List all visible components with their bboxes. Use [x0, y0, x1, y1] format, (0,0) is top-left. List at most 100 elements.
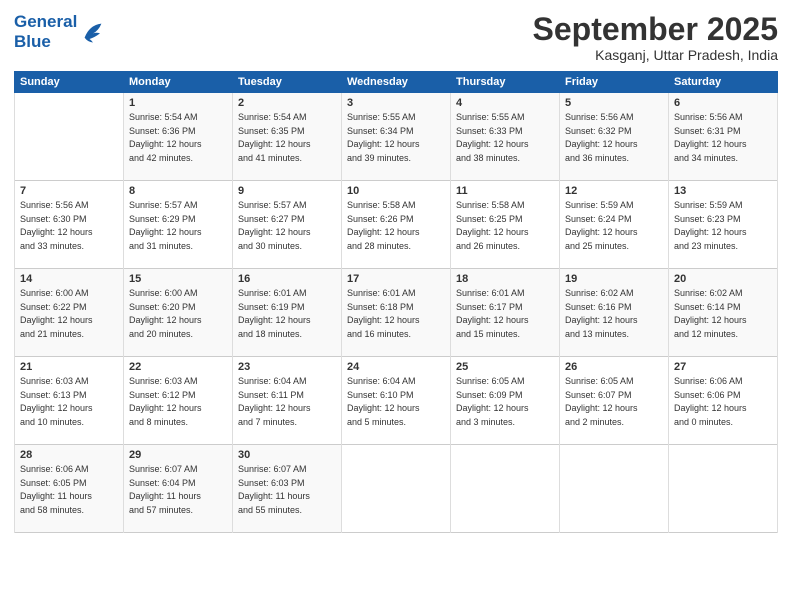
calendar-week-row: 14Sunrise: 6:00 AM Sunset: 6:22 PM Dayli… — [15, 269, 778, 357]
day-number: 4 — [456, 97, 554, 109]
day-info: Sunrise: 5:56 AM Sunset: 6:32 PM Dayligh… — [565, 111, 663, 165]
day-number: 1 — [129, 97, 227, 109]
month-title: September 2025 — [533, 12, 778, 47]
day-number: 2 — [238, 97, 336, 109]
calendar-cell: 14Sunrise: 6:00 AM Sunset: 6:22 PM Dayli… — [15, 269, 124, 357]
day-number: 24 — [347, 361, 445, 373]
calendar-table: SundayMondayTuesdayWednesdayThursdayFrid… — [14, 71, 778, 533]
logo-line1: General — [14, 12, 77, 31]
day-info: Sunrise: 5:57 AM Sunset: 6:29 PM Dayligh… — [129, 199, 227, 253]
day-info: Sunrise: 5:59 AM Sunset: 6:24 PM Dayligh… — [565, 199, 663, 253]
calendar-cell — [560, 445, 669, 533]
col-header-thursday: Thursday — [451, 72, 560, 93]
day-info: Sunrise: 6:00 AM Sunset: 6:20 PM Dayligh… — [129, 287, 227, 341]
calendar-cell: 19 Sunrise: 6:02 AM Sunset: 6:16 PM Dayli… — [560, 269, 669, 357]
day-info: Sunrise: 6:01 AM Sunset: 6:18 PM Dayligh… — [347, 287, 445, 341]
day-number: 11 — [456, 185, 554, 197]
day-info: Sunrise: 6:04 AM Sunset: 6:10 PM Dayligh… — [347, 375, 445, 429]
day-info: Sunrise: 5:55 AM Sunset: 6:33 PM Dayligh… — [456, 111, 554, 165]
calendar-container: General Blue September 2025 Kasganj, Utt… — [0, 0, 792, 612]
logo: General Blue — [14, 12, 107, 51]
header-row: SundayMondayTuesdayWednesdayThursdayFrid… — [15, 72, 778, 93]
col-header-sunday: Sunday — [15, 72, 124, 93]
day-number: 19 — [565, 273, 663, 285]
day-info: Sunrise: 6:00 AM Sunset: 6:22 PM Dayligh… — [20, 287, 118, 341]
day-number: 18 — [456, 273, 554, 285]
calendar-cell: 22 Sunrise: 6:03 AM Sunset: 6:12 PM Dayli… — [124, 357, 233, 445]
calendar-cell: 16 Sunrise: 6:01 AM Sunset: 6:19 PM Dayli… — [233, 269, 342, 357]
calendar-cell: 1 Sunrise: 5:54 AM Sunset: 6:36 PM Daylig… — [124, 93, 233, 181]
calendar-week-row: 1 Sunrise: 5:54 AM Sunset: 6:36 PM Daylig… — [15, 93, 778, 181]
calendar-cell: 11 Sunrise: 5:58 AM Sunset: 6:25 PM Dayli… — [451, 181, 560, 269]
day-info: Sunrise: 6:06 AM Sunset: 6:05 PM Dayligh… — [20, 463, 118, 517]
day-info: Sunrise: 6:06 AM Sunset: 6:06 PM Dayligh… — [674, 375, 772, 429]
calendar-cell: 9Sunrise: 5:57 AM Sunset: 6:27 PM Daylig… — [233, 181, 342, 269]
day-info: Sunrise: 5:58 AM Sunset: 6:26 PM Dayligh… — [347, 199, 445, 253]
day-number: 7 — [20, 185, 118, 197]
day-number: 9 — [238, 185, 336, 197]
calendar-week-row: 21 Sunrise: 6:03 AM Sunset: 6:13 PM Dayli… — [15, 357, 778, 445]
day-info: Sunrise: 5:59 AM Sunset: 6:23 PM Dayligh… — [674, 199, 772, 253]
day-number: 16 — [238, 273, 336, 285]
day-info: Sunrise: 6:05 AM Sunset: 6:09 PM Dayligh… — [456, 375, 554, 429]
day-number: 22 — [129, 361, 227, 373]
day-info: Sunrise: 5:54 AM Sunset: 6:35 PM Dayligh… — [238, 111, 336, 165]
calendar-cell: 28Sunrise: 6:06 AM Sunset: 6:05 PM Dayli… — [15, 445, 124, 533]
calendar-cell: 8 Sunrise: 5:57 AM Sunset: 6:29 PM Daylig… — [124, 181, 233, 269]
day-number: 6 — [674, 97, 772, 109]
day-number: 17 — [347, 273, 445, 285]
day-number: 27 — [674, 361, 772, 373]
day-info: Sunrise: 6:05 AM Sunset: 6:07 PM Dayligh… — [565, 375, 663, 429]
logo-bird-icon — [79, 18, 107, 46]
calendar-cell: 15 Sunrise: 6:00 AM Sunset: 6:20 PM Dayli… — [124, 269, 233, 357]
calendar-cell: 18 Sunrise: 6:01 AM Sunset: 6:17 PM Dayli… — [451, 269, 560, 357]
day-info: Sunrise: 5:58 AM Sunset: 6:25 PM Dayligh… — [456, 199, 554, 253]
calendar-cell: 21 Sunrise: 6:03 AM Sunset: 6:13 PM Dayli… — [15, 357, 124, 445]
day-info: Sunrise: 5:56 AM Sunset: 6:31 PM Dayligh… — [674, 111, 772, 165]
calendar-cell: 12 Sunrise: 5:59 AM Sunset: 6:24 PM Dayli… — [560, 181, 669, 269]
calendar-cell: 5 Sunrise: 5:56 AM Sunset: 6:32 PM Daylig… — [560, 93, 669, 181]
title-block: September 2025 Kasganj, Uttar Pradesh, I… — [533, 12, 778, 63]
col-header-monday: Monday — [124, 72, 233, 93]
calendar-cell: 24 Sunrise: 6:04 AM Sunset: 6:10 PM Dayli… — [342, 357, 451, 445]
day-number: 30 — [238, 449, 336, 461]
day-number: 29 — [129, 449, 227, 461]
col-header-saturday: Saturday — [669, 72, 778, 93]
calendar-cell: 29 Sunrise: 6:07 AM Sunset: 6:04 PM Dayli… — [124, 445, 233, 533]
day-info: Sunrise: 6:02 AM Sunset: 6:16 PM Dayligh… — [565, 287, 663, 341]
day-info: Sunrise: 6:03 AM Sunset: 6:13 PM Dayligh… — [20, 375, 118, 429]
calendar-week-row: 7 Sunrise: 5:56 AM Sunset: 6:30 PM Daylig… — [15, 181, 778, 269]
col-header-friday: Friday — [560, 72, 669, 93]
day-info: Sunrise: 5:55 AM Sunset: 6:34 PM Dayligh… — [347, 111, 445, 165]
day-info: Sunrise: 6:01 AM Sunset: 6:19 PM Dayligh… — [238, 287, 336, 341]
logo-line2: Blue — [14, 32, 51, 51]
calendar-cell: 13Sunrise: 5:59 AM Sunset: 6:23 PM Dayli… — [669, 181, 778, 269]
day-number: 5 — [565, 97, 663, 109]
calendar-cell: 7 Sunrise: 5:56 AM Sunset: 6:30 PM Daylig… — [15, 181, 124, 269]
col-header-tuesday: Tuesday — [233, 72, 342, 93]
day-number: 21 — [20, 361, 118, 373]
calendar-cell: 4 Sunrise: 5:55 AM Sunset: 6:33 PM Daylig… — [451, 93, 560, 181]
day-number: 12 — [565, 185, 663, 197]
day-number: 26 — [565, 361, 663, 373]
day-number: 8 — [129, 185, 227, 197]
day-info: Sunrise: 6:01 AM Sunset: 6:17 PM Dayligh… — [456, 287, 554, 341]
calendar-cell: 2 Sunrise: 5:54 AM Sunset: 6:35 PM Daylig… — [233, 93, 342, 181]
header: General Blue September 2025 Kasganj, Utt… — [14, 12, 778, 63]
day-info: Sunrise: 6:04 AM Sunset: 6:11 PM Dayligh… — [238, 375, 336, 429]
calendar-cell: 10Sunrise: 5:58 AM Sunset: 6:26 PM Dayli… — [342, 181, 451, 269]
calendar-cell — [342, 445, 451, 533]
calendar-cell: 30 Sunrise: 6:07 AM Sunset: 6:03 PM Dayli… — [233, 445, 342, 533]
day-info: Sunrise: 6:07 AM Sunset: 6:03 PM Dayligh… — [238, 463, 336, 517]
calendar-cell — [451, 445, 560, 533]
day-info: Sunrise: 6:03 AM Sunset: 6:12 PM Dayligh… — [129, 375, 227, 429]
calendar-cell: 26 Sunrise: 6:05 AM Sunset: 6:07 PM Dayli… — [560, 357, 669, 445]
calendar-cell: 23Sunrise: 6:04 AM Sunset: 6:11 PM Dayli… — [233, 357, 342, 445]
location-subtitle: Kasganj, Uttar Pradesh, India — [533, 47, 778, 63]
day-info: Sunrise: 5:56 AM Sunset: 6:30 PM Dayligh… — [20, 199, 118, 253]
day-number: 15 — [129, 273, 227, 285]
calendar-cell: 27 Sunrise: 6:06 AM Sunset: 6:06 PM Dayli… — [669, 357, 778, 445]
day-info: Sunrise: 5:54 AM Sunset: 6:36 PM Dayligh… — [129, 111, 227, 165]
day-info: Sunrise: 6:07 AM Sunset: 6:04 PM Dayligh… — [129, 463, 227, 517]
calendar-cell — [669, 445, 778, 533]
